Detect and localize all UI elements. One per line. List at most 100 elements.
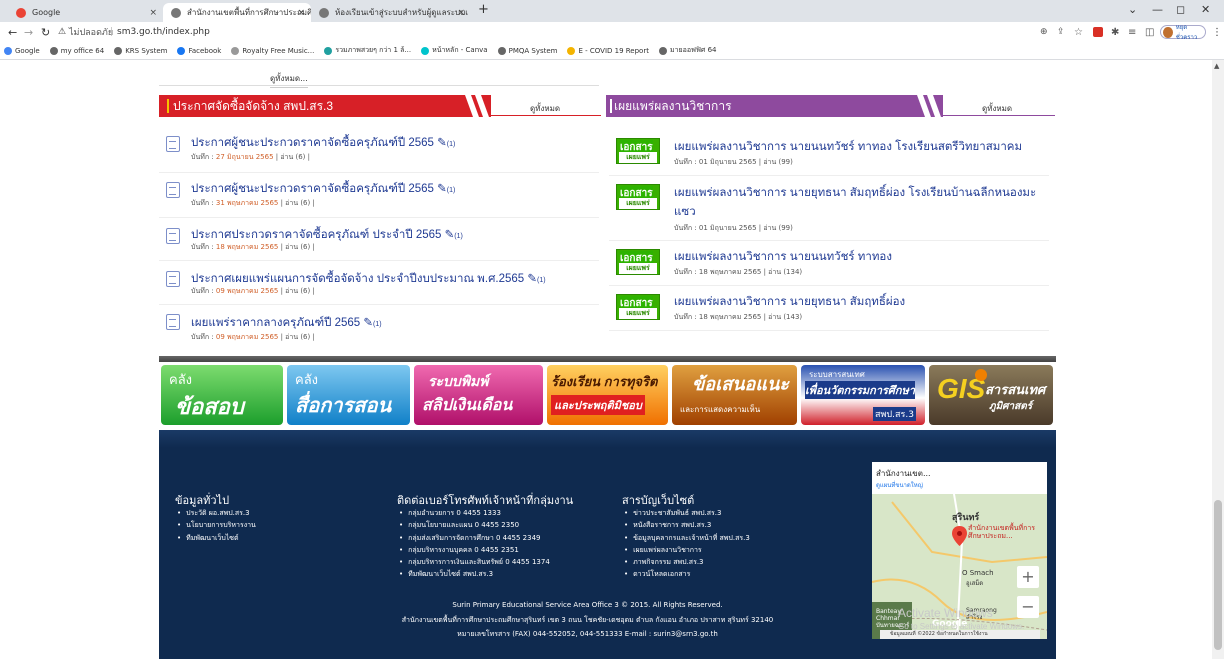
- item-title[interactable]: ประกาศประกวดราคาจัดซื้อครุภัณฑ์ ประจำปี …: [191, 229, 441, 241]
- bookmark-item[interactable]: Google: [4, 46, 40, 55]
- extension-icon[interactable]: [1093, 27, 1103, 37]
- bookmark-item[interactable]: Royalty Free Music...: [231, 46, 314, 55]
- forward-icon[interactable]: →: [24, 26, 33, 39]
- minimize-button[interactable]: —: [1152, 3, 1163, 16]
- item-title[interactable]: ประกาศผู้ชนะประกวดราคาจัดซื้อครุภัณฑ์ปี …: [191, 183, 434, 195]
- tab-close-icon[interactable]: ×: [297, 8, 305, 18]
- restore-button[interactable]: ◻: [1176, 3, 1185, 16]
- map-large-link[interactable]: ดูแผนที่ขนาดใหญ่: [876, 480, 923, 490]
- banner-line2: และการแสดงความเห็น: [680, 405, 761, 414]
- item-title-cont[interactable]: แซว: [674, 203, 696, 221]
- footer-link[interactable]: ข่าวประชาสัมพันธ์ สพป.สร.3: [624, 507, 750, 519]
- item-read: | อ่าน (6) |: [278, 243, 315, 251]
- footer-link[interactable]: ดาวน์โหลดเอกสาร: [624, 568, 750, 580]
- item-meta: บันทึก : 01 มิถุนายน 2565 | อ่าน (99): [674, 224, 793, 232]
- scrollbar[interactable]: ▲: [1212, 60, 1224, 659]
- share-icon[interactable]: ⇪: [1057, 27, 1065, 37]
- procurement-view-all-link[interactable]: ดูทั้งหมด: [530, 102, 560, 115]
- banner-complaint[interactable]: ร้องเรียน การทุจริต และประพฤติมิชอบ: [547, 365, 668, 425]
- item-date: 09 พฤษภาคม 2565: [215, 287, 279, 295]
- meta-prefix: บันทึก :: [191, 243, 216, 251]
- item-count: (1): [446, 187, 456, 194]
- menu-icon[interactable]: ⋮: [1212, 27, 1222, 38]
- banner-exam-bank[interactable]: คลัง ข้อสอบ: [161, 365, 283, 425]
- close-window-button[interactable]: ✕: [1201, 3, 1210, 16]
- map-credit[interactable]: ข้อมูลแผนที่ ©2022 ข้อกำหนดในการใช้งาน: [880, 630, 1040, 639]
- map-zoom-out-button[interactable]: −: [1017, 596, 1039, 618]
- bookmark-label: KRS System: [125, 46, 168, 55]
- tab-close-icon[interactable]: ×: [149, 8, 157, 18]
- tab-classroom[interactable]: ห้องเรียนเข้าสู่ระบบสำหรับผู้ดูแลระบบเ ×: [311, 3, 471, 22]
- scrollbar-thumb[interactable]: [1214, 500, 1222, 650]
- tab-close-icon[interactable]: ×: [457, 8, 465, 18]
- url-field[interactable]: sm3.go.th/index.php: [117, 27, 210, 37]
- bookmarks-bar: Google my office 64 KRS System Facebook Roya…: [0, 42, 1224, 60]
- banner-info-system[interactable]: ระบบสารสนเทศ เพื่อนวัตกรรมการศึกษา สพป.ส…: [801, 365, 925, 425]
- bookmark-item[interactable]: รวมภาพสวยๆ กว่า 1 ล้...: [324, 45, 411, 56]
- footer-link[interactable]: ทีมพัฒนาเว็บไซต์ สพป.สร.3: [399, 568, 550, 580]
- star-icon[interactable]: ☆: [1074, 27, 1083, 38]
- reading-list-icon[interactable]: ≡: [1128, 27, 1136, 38]
- page-content: ดูทั้งหมด... ประกาศจัดซื้อจัดจ้าง สพป.สร…: [159, 60, 1056, 659]
- item-count: (1): [446, 141, 456, 148]
- footer-link[interactable]: ภาพกิจกรรม สพป.สร.3: [624, 556, 750, 568]
- item-title[interactable]: เผยแพร่ราคากลางครุภัณฑ์ปี 2565: [191, 317, 360, 329]
- item-title[interactable]: ประกาศเผยแพร่แผนการจัดซื้อจัดจ้าง ประจำป…: [191, 273, 524, 285]
- zoom-icon[interactable]: ⊕: [1040, 27, 1048, 37]
- stripes-icon: [465, 95, 489, 117]
- banner-payslip[interactable]: ระบบพิมพ์ สลิปเงินเดือน: [414, 365, 543, 425]
- academic-view-all-link[interactable]: ดูทั้งหมด: [982, 102, 1012, 115]
- new-tab-button[interactable]: +: [478, 2, 489, 17]
- bookmark-item[interactable]: E - COVID 19 Report: [567, 46, 649, 55]
- item-meta: บันทึก : 18 พฤษภาคม 2565 | อ่าน (143): [674, 313, 803, 321]
- banner-suggestion[interactable]: ข้อเสนอแนะ และการแสดงความเห็น: [672, 365, 797, 425]
- bookmark-item[interactable]: KRS System: [114, 46, 168, 55]
- bookmark-item[interactable]: my office 64: [49, 46, 105, 55]
- bookmark-item[interactable]: PMQA System: [497, 46, 557, 55]
- footer-link[interactable]: หนังสือราชการ สพป.สร.3: [624, 519, 750, 531]
- tab-bar: Google × สำนักงานเขตพื้นที่การศึกษาประถม…: [0, 0, 1224, 22]
- footer-link[interactable]: ประวัติ ผอ.สพป.สร.3: [177, 507, 256, 519]
- reload-icon[interactable]: ↻: [41, 26, 50, 39]
- globe-icon: [171, 7, 181, 18]
- item-title[interactable]: ประกาศผู้ชนะประกวดราคาจัดซื้อครุภัณฑ์ปี …: [191, 137, 434, 149]
- map-zoom-in-button[interactable]: +: [1017, 566, 1039, 588]
- banner-media-bank[interactable]: คลัง สื่อการสอน: [287, 365, 410, 425]
- tab-sm3[interactable]: สำนักงานเขตพื้นที่การศึกษาประถมศึก ×: [163, 3, 311, 22]
- bookmark-label: my office 64: [60, 46, 105, 55]
- divider: [609, 175, 1049, 176]
- scroll-up-icon[interactable]: ▲: [1214, 62, 1219, 70]
- footer-link[interactable]: เผยแพร่ผลงานวิชาการ: [624, 544, 750, 556]
- meta-prefix: บันทึก :: [191, 153, 216, 161]
- warning-icon[interactable]: ⚠: [58, 27, 66, 37]
- footer-link[interactable]: กลุ่มส่งเสริมการจัดการศึกษา 0 4455 2349: [399, 532, 550, 544]
- map-pin-icon[interactable]: [952, 526, 967, 546]
- footer-link[interactable]: ข้อมูลบุคลากรและเจ้าหน้าที่ สพป.สร.3: [624, 532, 750, 544]
- item-title[interactable]: เผยแพร่ผลงานวิชาการ นายนนทวัชร์ ทาทอง โร…: [674, 138, 1022, 156]
- puzzle-icon[interactable]: ✱: [1111, 27, 1119, 38]
- bookmark-item[interactable]: หน้าหลัก - Canva: [421, 45, 488, 56]
- footer-link[interactable]: นโยบายการบริหารงาน: [177, 519, 256, 531]
- footer-link[interactable]: กลุ่มนโยบายและแผน 0 4455 2350: [399, 519, 550, 531]
- bookmark-item[interactable]: มายออฟฟิศ 64: [658, 45, 717, 56]
- item-title[interactable]: เผยแพร่ผลงานวิชาการ นายยุทธนา สัมฤทธิ์ผ่…: [674, 293, 905, 311]
- footer-link[interactable]: กลุ่มบริหารงานบุคคล 0 4455 2351: [399, 544, 550, 556]
- bookmark-item[interactable]: Facebook: [177, 46, 221, 55]
- sidepanel-icon[interactable]: ◫: [1145, 27, 1154, 38]
- page-viewport: ▲ ดูทั้งหมด... ประกาศจัดซื้อจัดจ้าง สพป.…: [0, 60, 1224, 659]
- footer-link[interactable]: กลุ่มบริหารการเงินและสินทรัพย์ 0 4455 13…: [399, 556, 550, 568]
- item-title[interactable]: เผยแพร่ผลงานวิชาการ นายยุทธนา สัมฤทธิ์ผ่…: [674, 184, 1036, 202]
- divider: [159, 217, 599, 218]
- item-title[interactable]: เผยแพร่ผลงานวิชาการ นายนนทวัชร์ ทาทอง: [674, 248, 892, 266]
- item-count: (1): [454, 233, 463, 240]
- document-badge-icon: เอกสาร เผยแพร่: [616, 294, 660, 320]
- back-icon[interactable]: ←: [8, 26, 17, 39]
- profile-button[interactable]: หยุดชั่วคราว: [1160, 24, 1206, 41]
- footer-link[interactable]: ทีมพัฒนาเว็บไซต์: [177, 532, 256, 544]
- banner-line1: ระบบสารสนเทศ: [809, 370, 865, 379]
- tab-search-icon[interactable]: ⌄: [1128, 3, 1137, 16]
- footer-link[interactable]: กลุ่มอำนวยการ 0 4455 1333: [399, 507, 550, 519]
- security-label[interactable]: ไม่ปลอดภัย: [69, 25, 113, 39]
- tab-google[interactable]: Google ×: [8, 3, 163, 22]
- banner-gis[interactable]: GIS สารสนเทศ ภูมิศาสตร์: [929, 365, 1053, 425]
